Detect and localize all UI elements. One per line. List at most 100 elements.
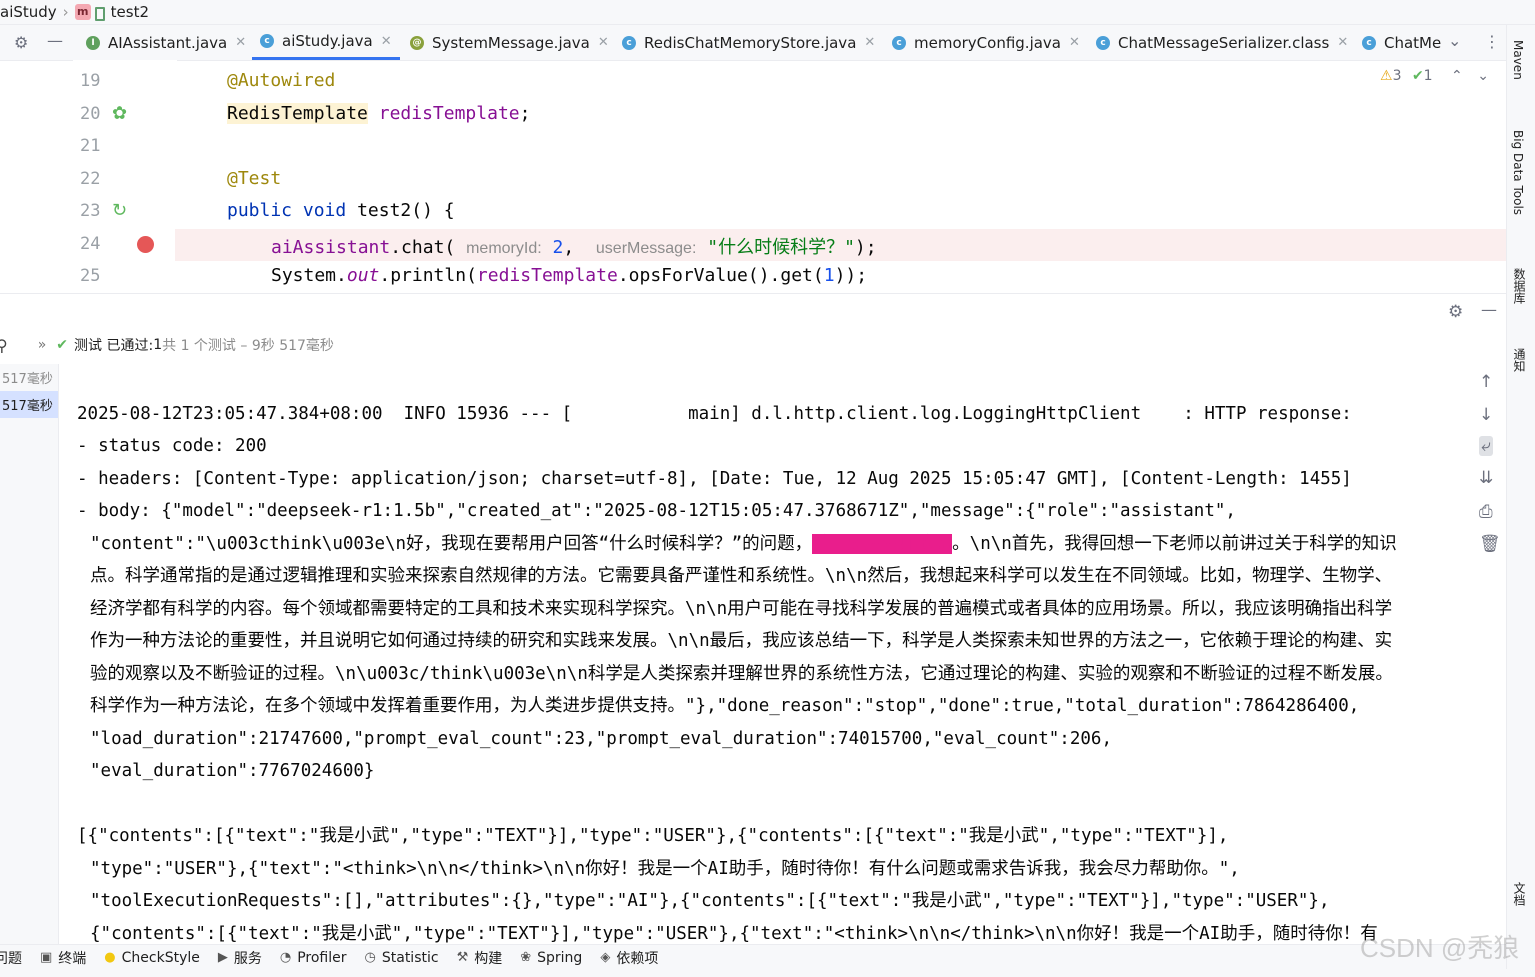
- code-call: .opsForValue().get(: [617, 265, 824, 286]
- tab-services[interactable]: ▶ 服务: [218, 948, 262, 968]
- tool-notifications[interactable]: 通知: [1511, 348, 1528, 372]
- watermark: CSDN @秃狼: [1360, 933, 1520, 963]
- minimize-icon[interactable]: —: [47, 31, 63, 50]
- print-icon[interactable]: ⎙: [1479, 502, 1493, 522]
- tab-label: 问题: [0, 950, 22, 967]
- tab-label: RedisChatMemoryStore.java: [644, 33, 857, 52]
- bottom-tool-bar: 问题 ▣ 终端 ● CheckStyle ▶ 服务 ◔ Profiler ◷ Statis…: [0, 944, 1506, 970]
- statistic-icon: ◷: [364, 950, 376, 965]
- tool-big-data-tools[interactable]: Big Data Tools: [1511, 130, 1525, 215]
- test-status-bar: ⚲ » ✔ 测试 已通过: 1 共 1 个测试 – 9秒 517毫秒: [0, 331, 1506, 359]
- line-number: 19: [80, 71, 101, 91]
- more-vertical-icon[interactable]: ⋮: [1484, 32, 1500, 51]
- tab-label: Spring: [537, 949, 583, 966]
- close-icon[interactable]: ✕: [864, 35, 875, 50]
- close-icon[interactable]: ✕: [1337, 35, 1348, 50]
- code-keyword: public: [227, 200, 293, 221]
- tab-label: CheckStyle: [121, 949, 200, 966]
- check-icon: ✔: [1411, 68, 1424, 84]
- breadcrumb-project[interactable]: aiStudy: [0, 3, 57, 21]
- bean-navigation-icon[interactable]: ✿: [112, 103, 132, 124]
- tab-label: Statistic: [381, 949, 439, 966]
- search-icon[interactable]: ⚲: [0, 336, 8, 355]
- tab-chatme[interactable]: c ChatMe: [1362, 25, 1441, 60]
- test-tree-item-selected[interactable]: 517毫秒: [0, 391, 58, 418]
- tab-statistic[interactable]: ◷ Statistic: [365, 950, 439, 966]
- tab-redischatmemorystore[interactable]: c RedisChatMemoryStore.java ✕: [622, 25, 875, 60]
- tab-label: 服务: [233, 950, 262, 967]
- minimize-icon[interactable]: —: [1481, 300, 1497, 319]
- console-line: "eval_duration":7767024600}: [90, 761, 375, 781]
- test-detail: 共 1 个测试 – 9秒 517毫秒: [162, 338, 334, 354]
- breadcrumb-method[interactable]: test2: [111, 3, 149, 21]
- line-number: 25: [80, 266, 101, 286]
- console-line: 作为一种方法论的重要性，并且说明它如何通过持续的研究和实践来发展。\n\n最后，…: [90, 631, 1393, 651]
- gear-icon[interactable]: ⚙: [1448, 302, 1463, 322]
- class-icon: c: [892, 35, 906, 50]
- class-icon: c: [260, 34, 274, 48]
- code-line-23: public void test2() {: [227, 200, 455, 221]
- code-string: "什么时候科学？": [707, 237, 855, 258]
- code-keyword: void: [302, 200, 347, 221]
- tab-label: memoryConfig.java: [914, 33, 1061, 52]
- tab-build[interactable]: ⚒ 构建: [457, 948, 503, 968]
- console-text: 。\n\n首先，我得回想一下老师以前讲过关于科学的知识: [952, 534, 1397, 554]
- close-icon[interactable]: ✕: [598, 35, 609, 50]
- status-bar: [0, 969, 1535, 977]
- tab-label: AIAssistant.java: [108, 33, 228, 52]
- tool-maven[interactable]: Maven: [1511, 40, 1525, 80]
- code-call: .chat(: [390, 237, 456, 258]
- tool-database[interactable]: 数据库: [1511, 268, 1528, 304]
- test-tree: 517毫秒 517毫秒: [0, 364, 59, 944]
- code-punct: ;: [519, 103, 531, 124]
- trash-icon[interactable]: 🗑: [1479, 534, 1501, 554]
- console-line: - body: {"model":"deepseek-r1:1.5b","cre…: [77, 501, 1236, 521]
- tab-aistudy[interactable]: c aiStudy.java ✕: [252, 25, 400, 60]
- class-icon: c: [622, 35, 636, 50]
- inspection-widget[interactable]: ⚠3 ✔1 ⌃ ⌄: [1380, 68, 1489, 84]
- code-number: 1: [823, 265, 835, 286]
- close-icon[interactable]: ✕: [1069, 35, 1080, 50]
- chevron-down-icon[interactable]: ⌄: [1477, 68, 1489, 84]
- tab-label: ChatMe: [1384, 33, 1442, 52]
- tab-spring[interactable]: ❀ Spring: [520, 950, 582, 966]
- tab-label: 终端: [58, 950, 87, 967]
- param-hint: userMessage:: [595, 240, 697, 257]
- tab-terminal[interactable]: ▣ 终端: [40, 948, 86, 968]
- chevron-down-icon[interactable]: ⌄: [1448, 31, 1461, 50]
- breakpoint-icon[interactable]: [137, 236, 154, 253]
- tool-docs[interactable]: 文档: [1511, 882, 1528, 906]
- tab-aiassistant[interactable]: I AIAssistant.java ✕: [86, 25, 246, 60]
- soft-wrap-icon[interactable]: ⤶: [1479, 436, 1493, 456]
- tab-systemmessage[interactable]: @ SystemMessage.java ✕: [410, 25, 609, 60]
- code-field: redisTemplate: [378, 103, 520, 124]
- console-line: 点。科学通常指的是通过逻辑推理和实验来探索自然规律的方法。它需要具备严谨性和系统…: [90, 566, 1393, 586]
- code-static-field: out: [346, 265, 380, 286]
- tab-memoryconfig[interactable]: c memoryConfig.java ✕: [892, 25, 1080, 60]
- test-tree-item[interactable]: 517毫秒: [0, 364, 58, 391]
- arrow-down-icon[interactable]: ↓: [1479, 405, 1493, 425]
- code-line-22: @Test: [227, 168, 282, 189]
- tab-profiler[interactable]: ◔ Profiler: [280, 950, 347, 966]
- tab-problems[interactable]: 问题: [0, 948, 22, 968]
- services-icon: ▶: [217, 950, 228, 965]
- editor-tab-bar: ⚙ — I AIAssistant.java ✕ c aiStudy.java …: [0, 25, 1506, 61]
- gear-icon[interactable]: ⚙: [14, 33, 28, 52]
- arrow-up-icon[interactable]: ↑: [1479, 372, 1493, 392]
- run-test-icon[interactable]: ↻: [112, 200, 132, 221]
- chevron-up-icon[interactable]: ⌃: [1451, 68, 1463, 84]
- code-punct: );: [854, 237, 877, 258]
- tab-chatmessageserializer[interactable]: c ChatMessageSerializer.class ✕: [1096, 25, 1348, 60]
- line-number: 21: [80, 136, 101, 156]
- code-type: RedisTemplate: [227, 103, 368, 124]
- tab-dependencies[interactable]: ◈ 依赖项: [600, 948, 658, 968]
- chevron-right-icon: ›: [62, 3, 69, 21]
- tab-checkstyle[interactable]: ● CheckStyle: [104, 950, 200, 966]
- code-number: 2: [552, 237, 564, 258]
- console-line: - status code: 200: [77, 436, 267, 456]
- expand-icon[interactable]: »: [38, 337, 47, 353]
- scroll-to-end-icon[interactable]: ⇊: [1479, 468, 1493, 488]
- close-icon[interactable]: ✕: [235, 35, 246, 50]
- close-icon[interactable]: ✕: [381, 34, 392, 49]
- tab-label: SystemMessage.java: [432, 33, 590, 52]
